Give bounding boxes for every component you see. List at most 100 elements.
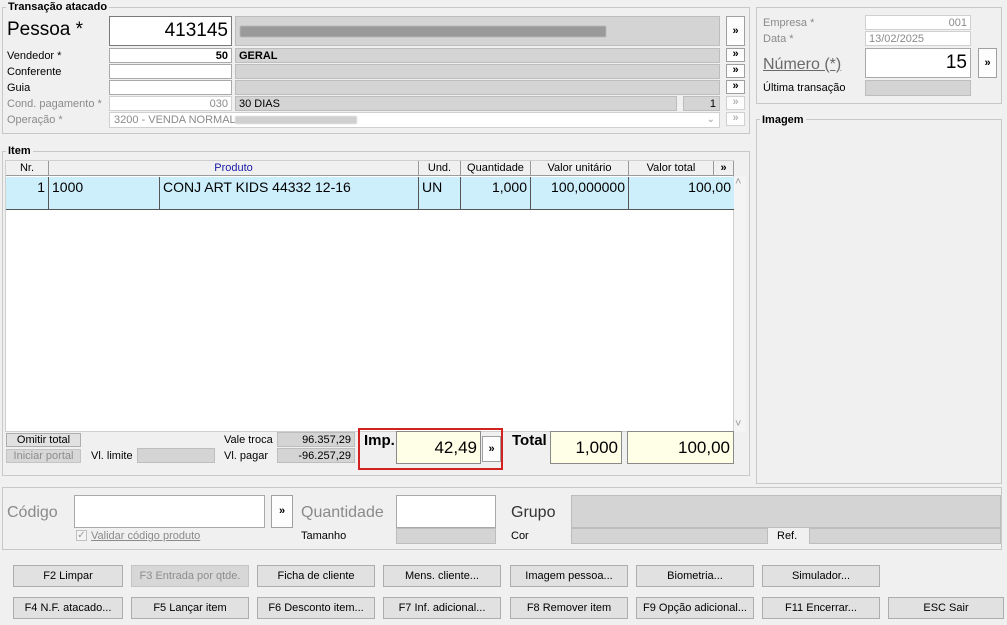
scroll-down-icon[interactable]: ˅ xyxy=(735,418,741,430)
vendedor-more-button[interactable]: » xyxy=(726,48,745,62)
iniciar-portal-button: Iniciar portal xyxy=(6,449,81,463)
ultima-transacao-field xyxy=(865,80,971,96)
guia-label: Guia xyxy=(7,82,31,94)
tamanho-field xyxy=(396,528,496,544)
esc-sair-button[interactable]: ESC Sair xyxy=(888,597,1004,619)
conferente-input[interactable] xyxy=(109,64,232,79)
cell-valor-unitario: 100,000000 xyxy=(531,177,629,209)
cond-pagamento-name-field: 30 DIAS xyxy=(235,96,677,111)
vl-limite-label: Vl. limite xyxy=(91,450,133,462)
cond-pagamento-label: Cond. pagamento * xyxy=(7,98,102,110)
column-header-valor-total[interactable]: Valor total xyxy=(629,161,714,176)
grupo-label: Grupo xyxy=(511,504,556,521)
mens-cliente-button[interactable]: Mens. cliente... xyxy=(383,565,501,587)
ficha-cliente-button[interactable]: Ficha de cliente xyxy=(257,565,375,587)
tamanho-label: Tamanho xyxy=(301,530,347,542)
column-header-produto[interactable]: Produto xyxy=(49,161,419,176)
numero-more-button[interactable]: » xyxy=(978,48,997,78)
cond-pagamento-num-field: 1 xyxy=(683,96,720,111)
biometria-button[interactable]: Biometria... xyxy=(636,565,754,587)
cell-und: UN xyxy=(419,177,461,209)
chevron-down-icon: ⌄ xyxy=(706,114,715,125)
cell-quantidade: 1,000 xyxy=(461,177,531,209)
empresa-label: Empresa * xyxy=(763,17,815,29)
guia-input[interactable] xyxy=(109,80,232,95)
operacao-label: Operação * xyxy=(7,114,63,126)
data-input: 13/02/2025 xyxy=(865,31,971,46)
vl-limite-field xyxy=(137,448,215,463)
scroll-up-icon[interactable]: ˄ xyxy=(735,176,741,188)
vl-pagar-label: Vl. pagar xyxy=(224,450,269,462)
cond-pagamento-more-button: » xyxy=(726,96,745,110)
operacao-more-button: » xyxy=(726,112,745,126)
vendedor-label: Vendedor * xyxy=(7,50,62,62)
vale-troca-label: Vale troca xyxy=(224,434,273,446)
conferente-name-field xyxy=(235,64,720,79)
data-label: Data * xyxy=(763,33,794,45)
operacao-select: 3200 - VENDA NORMAL ⌄ xyxy=(109,112,720,128)
total-value-field: 100,00 xyxy=(627,431,734,464)
grid-scrollbar[interactable]: ˄ ˅ xyxy=(734,176,746,432)
f8-remover-item-button[interactable]: F8 Remover item xyxy=(510,597,628,619)
pessoa-label: Pessoa * xyxy=(7,19,84,40)
f4-nf-atacado-button[interactable]: F4 N.F. atacado... xyxy=(13,597,123,619)
grupo-field xyxy=(571,495,1001,528)
cor-field xyxy=(571,528,768,544)
vendedor-name-field: GERAL xyxy=(235,48,720,63)
guia-more-button[interactable]: » xyxy=(726,80,745,94)
quantidade-label: Quantidade xyxy=(301,504,384,521)
vl-pagar-field: -96.257,29 xyxy=(277,448,355,463)
quantidade-input[interactable] xyxy=(396,495,496,528)
imagem-pessoa-button[interactable]: Imagem pessoa... xyxy=(510,565,628,587)
conferente-more-button[interactable]: » xyxy=(726,64,745,78)
grid-more-button[interactable]: » xyxy=(714,161,734,176)
cell-produto: CONJ ART KIDS 44332 12-16 xyxy=(160,177,419,209)
imp-more-button[interactable]: » xyxy=(482,436,501,462)
cell-nr: 1 xyxy=(6,177,49,209)
cell-valor-total: 100,00 xyxy=(688,179,731,195)
empresa-input: 001 xyxy=(865,15,971,30)
f5-lancar-item-button[interactable]: F5 Lançar item xyxy=(131,597,249,619)
conferente-label: Conferente xyxy=(7,66,62,78)
table-row[interactable]: 1 1000 CONJ ART KIDS 44332 12-16 UN 1,00… xyxy=(6,177,734,210)
f7-inf-adicional-button[interactable]: F7 Inf. adicional... xyxy=(383,597,501,619)
validar-label: Validar código produto xyxy=(91,530,201,542)
pessoa-more-button[interactable]: » xyxy=(726,16,745,46)
imp-label: Imp. xyxy=(364,432,395,449)
codigo-input[interactable] xyxy=(74,495,265,528)
column-header-nr[interactable]: Nr. xyxy=(6,161,49,176)
numero-label: Número (*) xyxy=(763,56,842,73)
ultima-transacao-label: Última transação xyxy=(763,82,846,94)
ref-field xyxy=(809,528,1001,544)
transacao-atacado-title: Transação atacado xyxy=(6,0,110,14)
codigo-more-button[interactable]: » xyxy=(271,495,293,528)
imagem-title: Imagem xyxy=(760,113,806,127)
f9-opcao-adicional-button[interactable]: F9 Opção adicional... xyxy=(636,597,754,619)
f3-entrada-qtde-button: F3 Entrada por qtde. xyxy=(131,565,249,587)
column-header-und[interactable]: Und. xyxy=(419,161,461,176)
total-label: Total xyxy=(512,432,547,449)
imp-field: 42,49 xyxy=(396,431,481,464)
item-title: Item xyxy=(6,144,33,158)
f2-limpar-button[interactable]: F2 Limpar xyxy=(13,565,123,587)
pessoa-name-field xyxy=(235,16,720,46)
cond-pagamento-input: 030 xyxy=(109,96,232,111)
pessoa-input[interactable]: 413145 xyxy=(109,16,232,46)
omitir-total-button[interactable]: Omitir total xyxy=(6,433,81,447)
operacao-value: 3200 - VENDA NORMAL xyxy=(114,114,236,126)
cell-codigo: 1000 xyxy=(49,177,160,209)
f6-desconto-item-button[interactable]: F6 Desconto item... xyxy=(257,597,375,619)
imagem-group: Imagem xyxy=(756,113,1002,484)
f11-encerrar-button[interactable]: F11 Encerrar... xyxy=(762,597,880,619)
numero-input[interactable]: 15 xyxy=(865,48,971,78)
column-header-quantidade[interactable]: Quantidade xyxy=(461,161,531,176)
column-header-valor-unitario[interactable]: Valor unitário xyxy=(531,161,629,176)
cor-label: Cor xyxy=(511,530,529,542)
vendedor-input[interactable]: 50 xyxy=(109,48,232,63)
operacao-redacted xyxy=(235,116,357,124)
simulador-button[interactable]: Simulador... xyxy=(762,565,880,587)
total-qty-field: 1,000 xyxy=(550,431,622,464)
validar-checkbox[interactable]: ✓ xyxy=(76,530,87,541)
vale-troca-field: 96.357,29 xyxy=(277,432,355,447)
items-grid[interactable]: Nr. Produto Und. Quantidade Valor unitár… xyxy=(5,160,734,432)
